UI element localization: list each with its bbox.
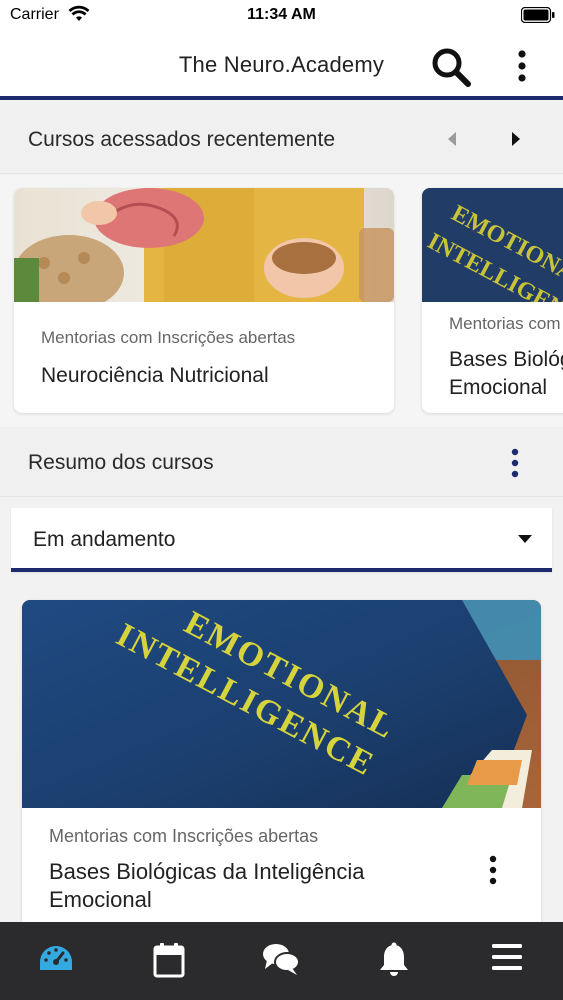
carousel-next-icon[interactable] bbox=[508, 130, 524, 148]
nav-messages[interactable] bbox=[225, 922, 338, 1000]
recent-courses-title: Cursos acessados recentemente bbox=[28, 128, 335, 151]
battery-icon bbox=[521, 7, 555, 23]
course-name-line: Emocional bbox=[449, 376, 548, 399]
app-title: The Neuro.Academy bbox=[178, 52, 385, 77]
bottom-navigation bbox=[0, 922, 563, 1000]
nav-notifications[interactable] bbox=[338, 922, 451, 1000]
nav-calendar[interactable] bbox=[113, 922, 226, 1000]
bell-icon bbox=[380, 942, 409, 976]
course-category: Mentorias com Inscrições abertas bbox=[41, 328, 296, 347]
course-name: Neurociência Nutricional bbox=[41, 364, 269, 387]
nav-dashboard[interactable] bbox=[0, 922, 113, 1000]
course-thumbnail-image bbox=[14, 188, 394, 302]
course-category: Mentorias com Inscrições abertas bbox=[49, 826, 319, 846]
app-bar: The Neuro.Academy bbox=[0, 30, 563, 100]
course-summary-title: Resumo dos cursos bbox=[28, 451, 214, 474]
chevron-down-icon bbox=[518, 535, 532, 543]
course-cover-image: EMOTIONAL INTELLIGENCE bbox=[22, 600, 541, 808]
summary-options-icon[interactable] bbox=[505, 447, 525, 479]
course-name-line: Bases Biológicas da Inteligência bbox=[449, 348, 563, 371]
course-thumbnail-image: EMOTIONAL INTELLIGENCE bbox=[422, 188, 563, 302]
recent-course-card[interactable]: Mentorias com Inscrições abertas Neuroci… bbox=[14, 188, 394, 413]
recent-courses-header: Cursos acessados recentemente bbox=[0, 104, 563, 174]
course-options-icon[interactable] bbox=[484, 854, 502, 886]
course-name: Bases Biológicas da Inteligência Emocion… bbox=[449, 346, 563, 402]
calendar-icon bbox=[153, 943, 185, 978]
course-category: Mentorias com Inscrições abertas bbox=[449, 314, 563, 333]
search-icon[interactable] bbox=[430, 46, 472, 88]
menu-icon bbox=[491, 944, 522, 970]
course-card[interactable]: EMOTIONAL INTELLIGENCE Mentorias com Ins… bbox=[22, 600, 541, 930]
status-bar: Carrier 11:34 AM bbox=[0, 0, 563, 30]
clock: 11:34 AM bbox=[247, 6, 316, 23]
course-status-select[interactable]: Em andamento bbox=[11, 508, 552, 572]
recent-courses-carousel: Mentorias com Inscrições abertas Neuroci… bbox=[0, 175, 563, 427]
course-summary-header: Resumo dos cursos bbox=[0, 427, 563, 497]
course-name: Bases Biológicas da Inteligência Emocion… bbox=[49, 859, 365, 912]
nav-menu[interactable] bbox=[450, 922, 563, 1000]
selected-filter: Em andamento bbox=[33, 528, 176, 551]
chat-icon bbox=[263, 944, 301, 975]
dashboard-icon bbox=[40, 946, 73, 970]
carousel-prev-icon[interactable] bbox=[444, 130, 460, 148]
more-options-icon[interactable] bbox=[510, 48, 534, 84]
recent-course-card[interactable]: EMOTIONAL INTELLIGENCE Mentorias com Ins… bbox=[422, 188, 563, 413]
